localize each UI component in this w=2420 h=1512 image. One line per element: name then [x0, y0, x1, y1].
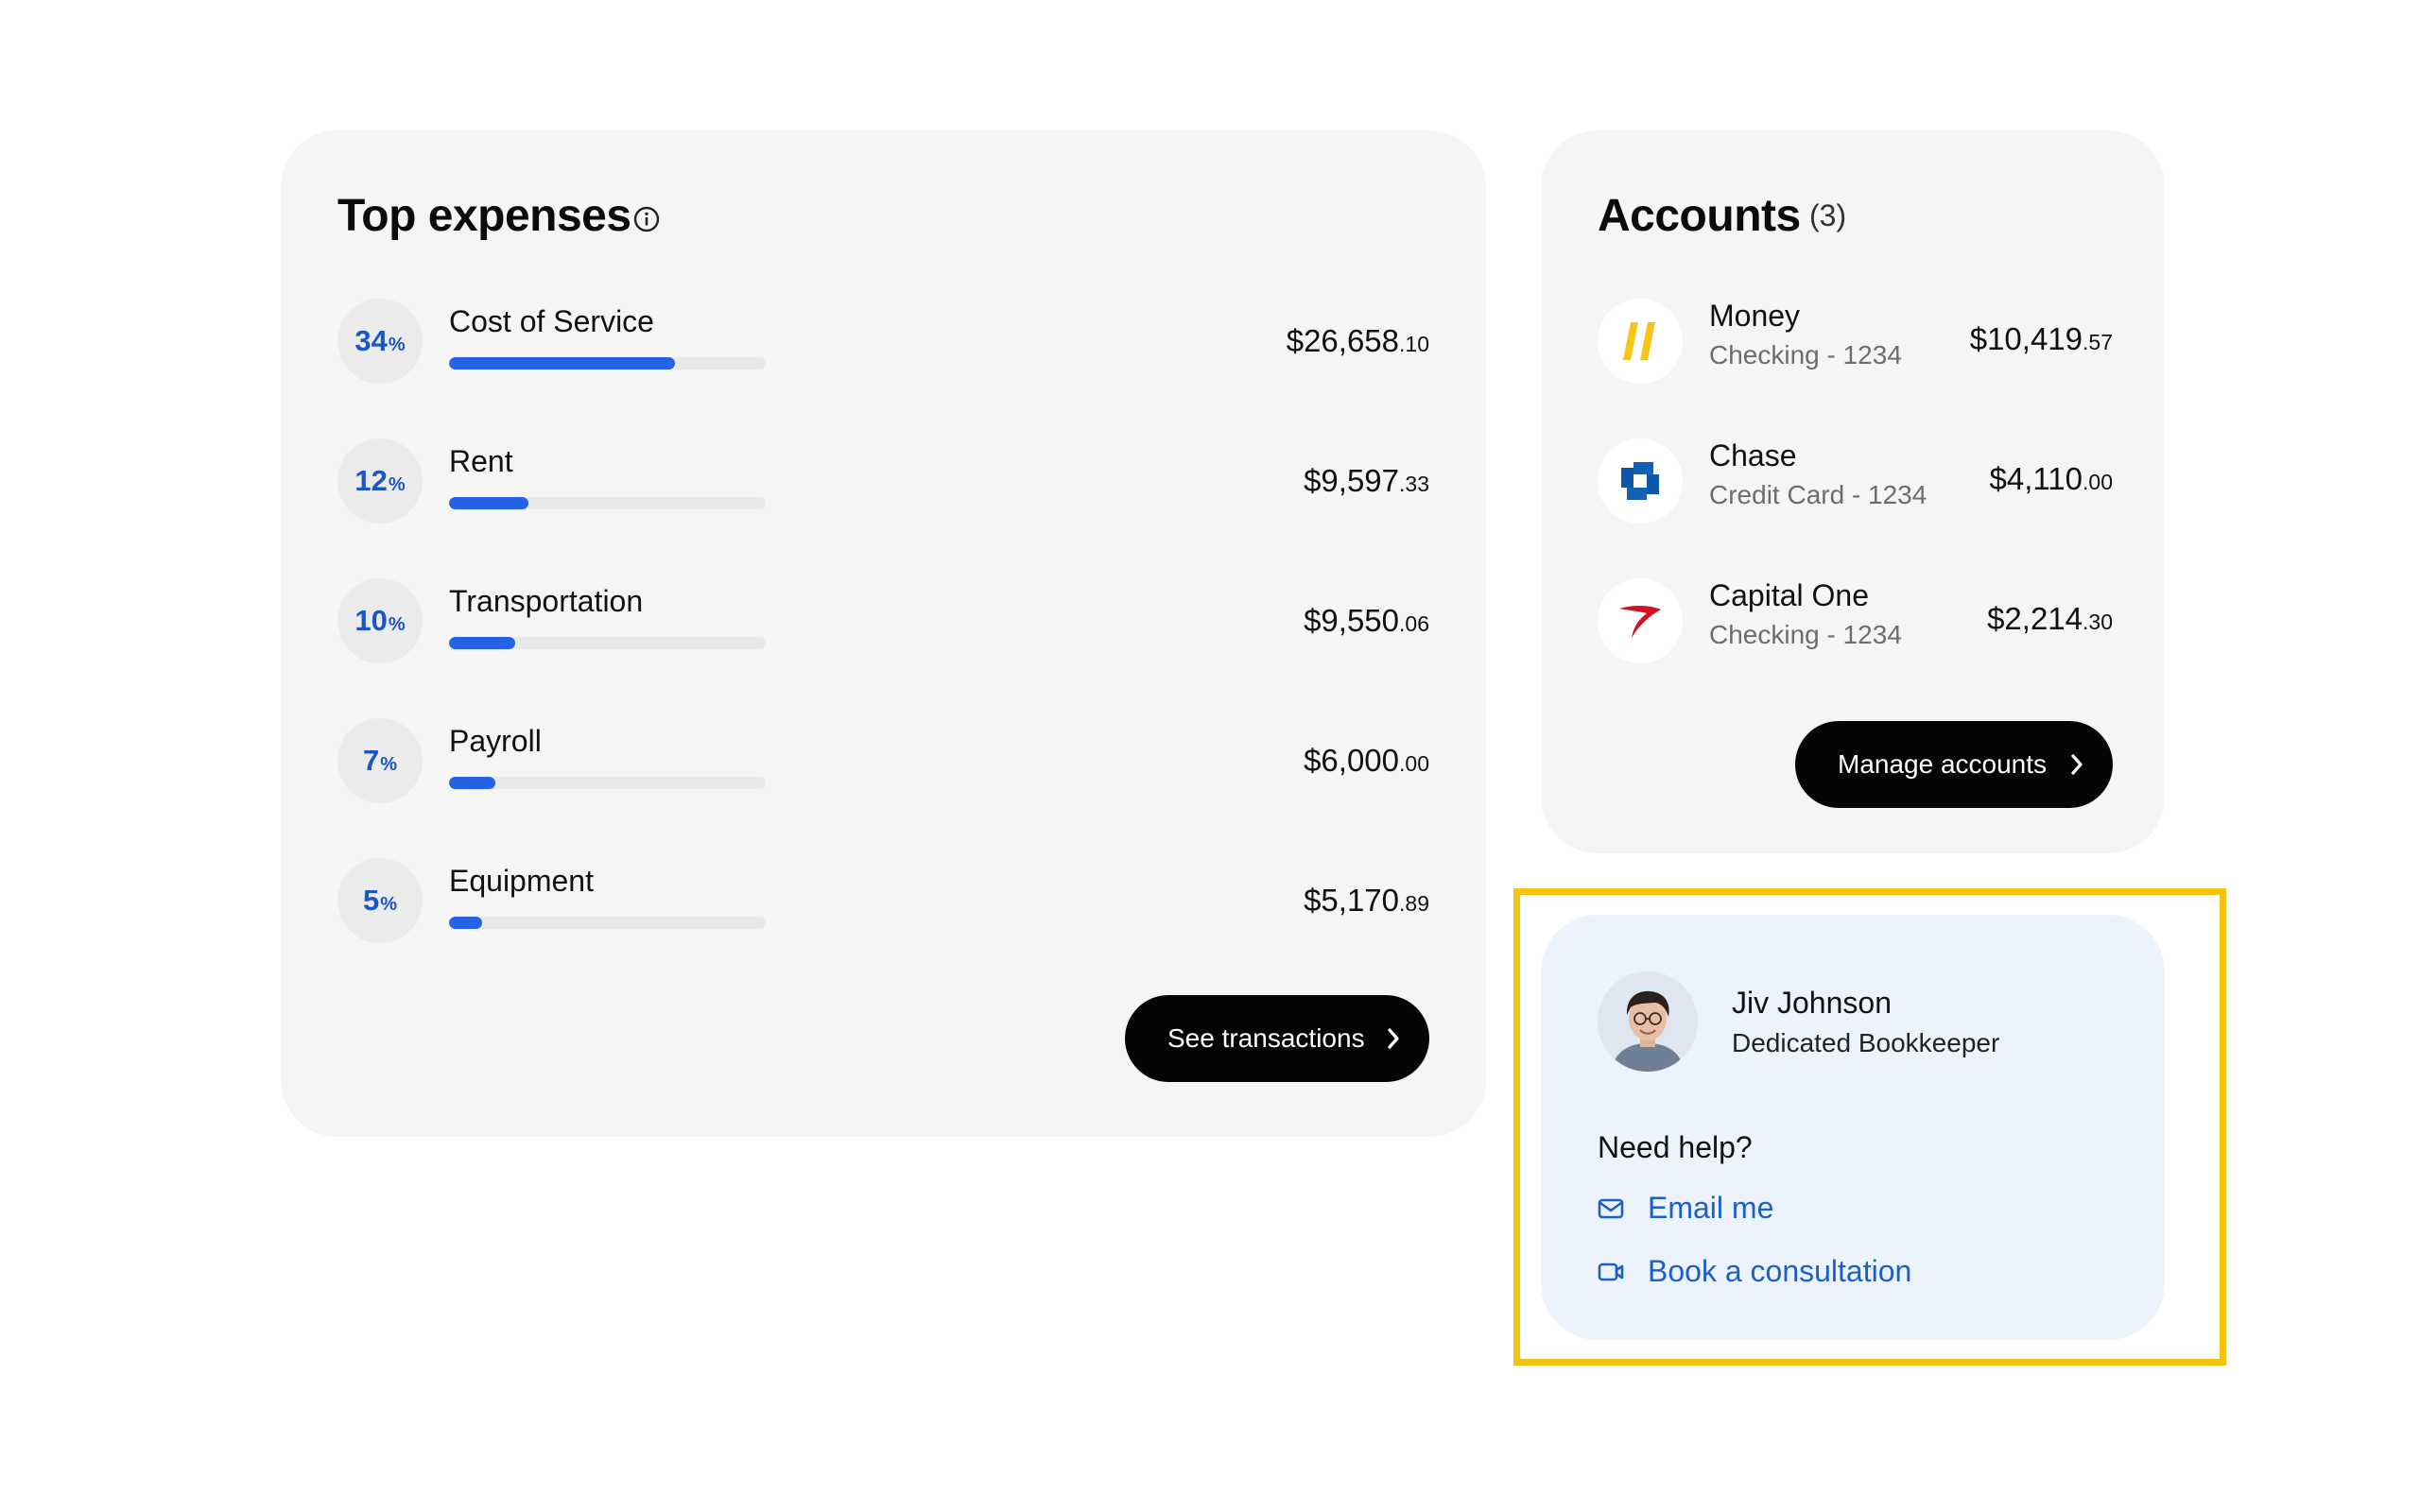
expense-name: Transportation — [449, 584, 644, 618]
amount-dollars: $9,550 — [1304, 603, 1400, 638]
book-consultation-label: Book a consultation — [1648, 1254, 1912, 1288]
need-help-heading: Need help? — [1598, 1130, 1753, 1164]
amount-cents: .00 — [2083, 470, 2113, 494]
video-camera-icon — [1598, 1263, 1624, 1280]
top-expenses-card: Top expenses 34% Cost of Service $26,658… — [281, 130, 1486, 1137]
expense-row[interactable]: 10% Transportation $9,550.06 — [337, 578, 1429, 673]
chase-logo-icon — [1621, 462, 1659, 500]
capital-one-logo — [1598, 578, 1683, 663]
account-subtitle: Checking - 1234 — [1709, 340, 1902, 369]
top-expenses-title: Top expenses — [337, 191, 631, 241]
expense-name: Cost of Service — [449, 304, 654, 338]
chase-logo — [1598, 438, 1683, 524]
expense-progress-bar — [449, 497, 766, 509]
amount-dollars: $2,214 — [1987, 601, 2083, 636]
expense-percent-symbol: % — [380, 894, 398, 915]
chevron-right-icon — [2071, 754, 2083, 775]
manage-accounts-button[interactable]: Manage accounts — [1795, 721, 2113, 808]
expense-percent-badge: 34% — [337, 299, 423, 384]
expense-progress-bar — [449, 357, 766, 369]
email-me-label: Email me — [1648, 1191, 1774, 1225]
amount-dollars: $6,000 — [1304, 743, 1400, 778]
account-subtitle: Checking - 1234 — [1709, 620, 1902, 649]
manage-accounts-label: Manage accounts — [1838, 749, 2048, 779]
expense-row[interactable]: 7% Payroll $6,000.00 — [337, 718, 1429, 813]
account-name: Capital One — [1709, 578, 1869, 612]
expense-percent-badge: 7% — [337, 718, 423, 803]
expense-row[interactable]: 12% Rent $9,597.33 — [337, 438, 1429, 533]
expense-amount: $5,170.89 — [1304, 883, 1429, 919]
expense-amount: $26,658.10 — [1287, 323, 1429, 359]
book-consultation-link[interactable]: Book a consultation — [1598, 1254, 1911, 1289]
expense-percent-badge: 12% — [337, 438, 423, 524]
expense-progress-fill — [449, 497, 529, 509]
avatar — [1598, 971, 1698, 1072]
amount-dollars: $9,597 — [1304, 463, 1400, 498]
expense-percent-value: 5 — [362, 884, 380, 917]
bookkeeper-photo — [1598, 971, 1698, 1072]
expense-progress-bar — [449, 777, 766, 789]
expense-percent-value: 10 — [354, 604, 388, 637]
account-row-chase[interactable]: Chase Credit Card - 1234 $4,110.00 — [1598, 438, 2113, 533]
expense-percent-symbol: % — [388, 614, 406, 635]
expense-name: Payroll — [449, 724, 542, 758]
amount-dollars: $4,110 — [1989, 461, 2083, 496]
accounts-card: Accounts (3) Money Checking - 1234 $10,4… — [1541, 130, 2165, 853]
expense-percent-symbol: % — [388, 474, 406, 495]
expense-percent-symbol: % — [380, 754, 398, 775]
expense-progress-bar — [449, 917, 766, 929]
expense-percent-value: 12 — [354, 464, 388, 497]
accounts-title: Accounts — [1598, 191, 1801, 241]
see-transactions-button[interactable]: See transactions — [1125, 995, 1429, 1082]
expense-row[interactable]: 5% Equipment $5,170.89 — [337, 858, 1429, 953]
amount-cents: .33 — [1399, 472, 1429, 496]
see-transactions-label: See transactions — [1167, 1023, 1365, 1053]
expense-progress-fill — [449, 917, 483, 929]
account-row-capital-one[interactable]: Capital One Checking - 1234 $2,214.30 — [1598, 578, 2113, 673]
account-subtitle: Credit Card - 1234 — [1709, 480, 1927, 509]
expense-amount: $6,000.00 — [1304, 743, 1429, 779]
money-logo-icon — [1623, 322, 1655, 360]
amount-dollars: $5,170 — [1304, 883, 1400, 918]
expense-progress-fill — [449, 637, 516, 649]
amount-cents: .57 — [2083, 330, 2113, 354]
expense-name: Equipment — [449, 864, 594, 898]
amount-dollars: $10,419 — [1969, 321, 2083, 356]
account-balance: $2,214.30 — [1987, 601, 2113, 637]
expense-row[interactable]: 34% Cost of Service $26,658.10 — [337, 299, 1429, 393]
amount-cents: .10 — [1399, 332, 1429, 356]
amount-cents: .30 — [2083, 610, 2113, 634]
account-row-money[interactable]: Money Checking - 1234 $10,419.57 — [1598, 299, 2113, 393]
account-balance: $10,419.57 — [1970, 321, 2113, 357]
expense-name: Rent — [449, 444, 513, 478]
chevron-right-icon — [1388, 1028, 1399, 1049]
expense-percent-badge: 5% — [337, 858, 423, 943]
bookkeeper-card: Jiv Johnson Dedicated Bookkeeper Need he… — [1541, 915, 2165, 1340]
account-name: Chase — [1709, 438, 1797, 472]
mail-icon — [1598, 1198, 1624, 1218]
email-me-link[interactable]: Email me — [1598, 1191, 1773, 1226]
expense-percent-value: 34 — [354, 324, 388, 357]
amount-cents: .00 — [1399, 751, 1429, 776]
expense-percent-symbol: % — [388, 335, 406, 355]
expense-amount: $9,597.33 — [1304, 463, 1429, 499]
money-logo — [1598, 299, 1683, 384]
bookkeeper-name: Jiv Johnson — [1732, 986, 1892, 1020]
account-balance: $4,110.00 — [1990, 461, 2113, 497]
amount-cents: .06 — [1399, 611, 1429, 636]
capital-one-logo-icon — [1619, 606, 1661, 638]
expense-percent-value: 7 — [362, 744, 380, 777]
info-icon[interactable] — [632, 205, 661, 233]
accounts-count: (3) — [1809, 198, 1847, 232]
expense-progress-bar — [449, 637, 766, 649]
expense-progress-fill — [449, 357, 676, 369]
expense-percent-badge: 10% — [337, 578, 423, 663]
expense-amount: $9,550.06 — [1304, 603, 1429, 639]
amount-cents: .89 — [1399, 891, 1429, 916]
expense-progress-fill — [449, 777, 496, 789]
account-name: Money — [1709, 299, 1801, 333]
bookkeeper-role: Dedicated Bookkeeper — [1732, 1028, 2000, 1057]
amount-dollars: $26,658 — [1286, 323, 1400, 358]
